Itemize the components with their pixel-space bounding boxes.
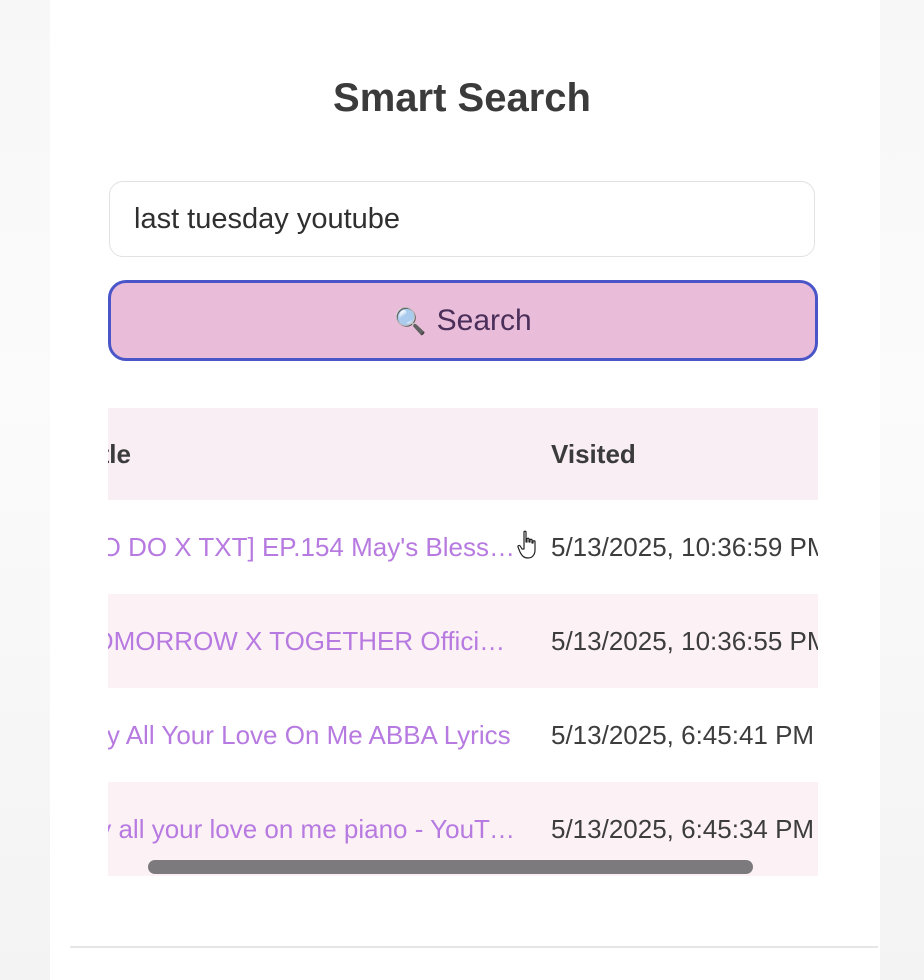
results-table[interactable]: Title Visited [TO DO X TXT] EP.154 May's… bbox=[108, 408, 818, 878]
result-title-link[interactable]: [TO DO X TXT] EP.154 May's Blessings bbox=[108, 532, 518, 563]
result-title-link[interactable]: lay all your love on me piano - YouTube bbox=[108, 814, 518, 845]
table-row: TOMORROW X TOGETHER Official Channel 5/1… bbox=[108, 594, 818, 688]
column-header-title: Title bbox=[108, 438, 131, 469]
results-table-content: Title Visited [TO DO X TXT] EP.154 May's… bbox=[108, 408, 818, 876]
magnifying-glass-icon: 🔍 bbox=[394, 305, 427, 336]
page-title: Smart Search bbox=[333, 76, 591, 120]
bottom-divider bbox=[70, 946, 878, 948]
hand-pointer-icon bbox=[517, 530, 536, 559]
visited-timestamp: 5/13/2025, 6:45:34 PM bbox=[551, 813, 815, 844]
title-cell: [TO DO X TXT] EP.154 May's Blessings bbox=[108, 500, 518, 594]
title-cell: TOMORROW X TOGETHER Official Channel bbox=[108, 594, 518, 688]
column-header-visited: Visited bbox=[551, 438, 636, 469]
search-button-label: Search bbox=[436, 303, 532, 337]
visited-timestamp: 5/13/2025, 6:45:41 PM bbox=[551, 719, 815, 750]
visited-cell: 5/13/2025, 10:36:59 PM bbox=[551, 500, 818, 594]
horizontal-scrollbar[interactable] bbox=[148, 860, 753, 874]
search-input[interactable] bbox=[109, 181, 815, 257]
visited-timestamp: 5/13/2025, 10:36:55 PM bbox=[551, 625, 818, 656]
result-title-link[interactable]: TOMORROW X TOGETHER Official Channel bbox=[108, 626, 518, 657]
search-button[interactable]: 🔍 Search bbox=[108, 280, 818, 361]
table-row: Lay All Your Love On Me ABBA Lyrics 5/13… bbox=[108, 688, 818, 782]
result-title-link[interactable]: Lay All Your Love On Me ABBA Lyrics bbox=[108, 720, 518, 751]
visited-cell: 5/13/2025, 10:36:55 PM bbox=[551, 594, 818, 688]
visited-cell: 5/13/2025, 6:45:41 PM bbox=[551, 688, 818, 782]
title-cell: Lay All Your Love On Me ABBA Lyrics bbox=[108, 688, 518, 782]
table-header-row: Title Visited bbox=[108, 408, 818, 500]
visited-timestamp: 5/13/2025, 10:36:59 PM bbox=[551, 531, 818, 562]
table-row: [TO DO X TXT] EP.154 May's Blessings 5/1… bbox=[108, 500, 818, 594]
